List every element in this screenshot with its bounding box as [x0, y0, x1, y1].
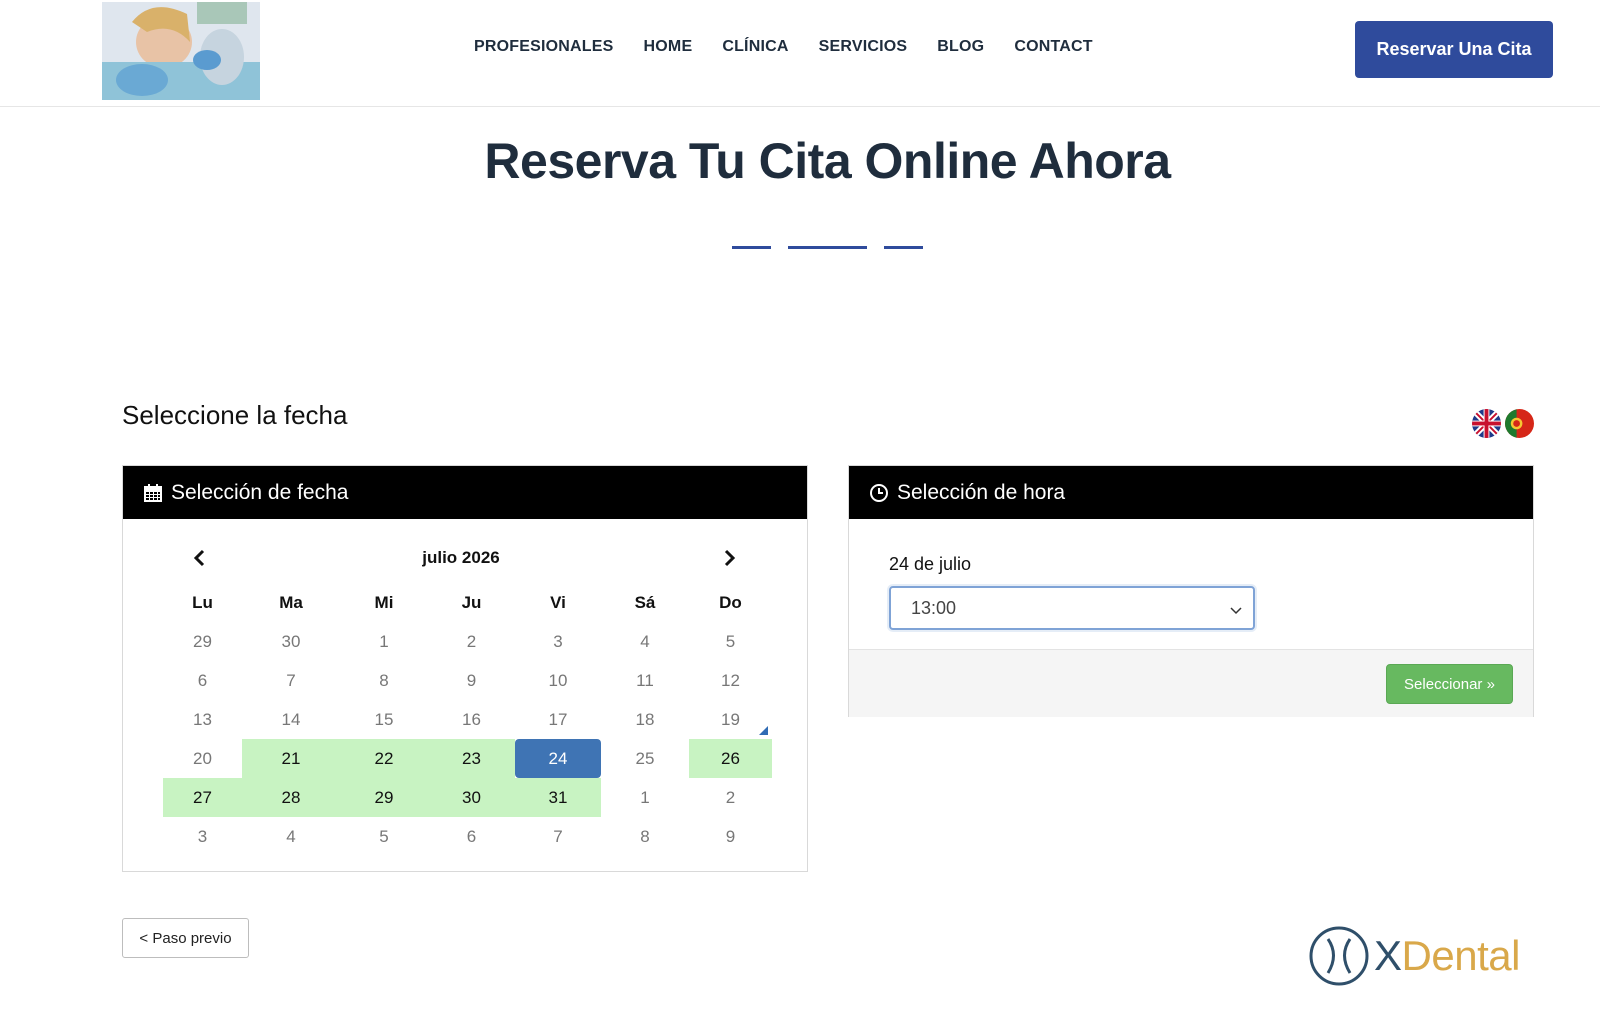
language-selector: [1472, 409, 1534, 438]
calendar-day: 17: [548, 709, 568, 729]
calendar-day-available[interactable]: 30: [428, 778, 515, 817]
time-panel-footer: Seleccionar »: [849, 649, 1533, 717]
calendar-weekday: Ju: [461, 592, 482, 612]
calendar-day-available[interactable]: 22: [340, 739, 428, 778]
calendar-day: 25: [635, 748, 655, 768]
main-nav: PROFESIONALES HOME CLÍNICA SERVICIOS BLO…: [474, 38, 1123, 56]
clinic-logo-image[interactable]: [102, 2, 260, 100]
calendar-weekday-row: Lu Ma Mi Ju Vi Sá Do: [163, 583, 772, 622]
time-selection-panel: Selección de hora 24 de julio 13:00 Sele…: [848, 465, 1534, 717]
calendar-weekday: Ma: [279, 592, 303, 612]
calendar-day: 8: [379, 670, 389, 690]
xdental-wordmark: XDental: [1374, 932, 1520, 980]
calendar-day: 11: [636, 670, 654, 690]
select-time-button[interactable]: Seleccionar »: [1386, 664, 1513, 704]
calendar-weekday: Mi: [374, 592, 394, 612]
calendar-day: 9: [725, 826, 736, 846]
calendar-day: 3: [553, 631, 563, 651]
calendar-day: 15: [374, 709, 394, 729]
calendar-icon: [143, 483, 163, 503]
site-header: PROFESIONALES HOME CLÍNICA SERVICIOS BLO…: [0, 0, 1600, 107]
calendar-day: 2: [466, 631, 477, 651]
calendar-day-available[interactable]: 28: [242, 778, 340, 817]
date-panel-title: Selección de fecha: [171, 480, 349, 504]
chevron-down-icon: [1229, 601, 1243, 615]
nav-servicios[interactable]: SERVICIOS: [819, 38, 908, 56]
calendar-grid: Lu Ma Mi Ju Vi Sá Do 29 30 1 2 3 4 5 6 7 8 9 10 11 12 13 14 15 1…: [163, 583, 772, 856]
nav-profesionales[interactable]: PROFESIONALES: [474, 38, 614, 56]
calendar-day: 3: [197, 826, 208, 846]
calendar-month-label: julio 2026: [422, 548, 500, 567]
xdental-brand: XDental: [1308, 925, 1520, 987]
calendar-week-row: 27 28 29 30 31 1 2: [163, 778, 772, 817]
calendar-day-available[interactable]: 27: [163, 778, 242, 817]
calendar-day-selected[interactable]: 24: [515, 739, 601, 778]
title-divider-right: [884, 246, 923, 249]
chevron-right-icon[interactable]: [717, 546, 741, 570]
calendar-week-row: 3 4 5 6 7 8 9: [163, 817, 772, 856]
calendar-day: 6: [197, 670, 208, 690]
calendar-day: 5: [725, 631, 736, 651]
calendar-day: 1: [640, 787, 650, 807]
clock-icon: [869, 483, 889, 503]
calendar-day: 4: [286, 826, 296, 846]
time-select-value: 13:00: [911, 597, 957, 618]
calendar-day: 10: [548, 670, 568, 690]
calendar-weekday: Sá: [634, 592, 656, 612]
time-panel-title: Selección de hora: [897, 480, 1066, 504]
book-appointment-button[interactable]: Reservar Una Cita: [1355, 21, 1553, 78]
calendar-day: 13: [193, 709, 212, 729]
calendar-day-available[interactable]: 31: [515, 778, 601, 817]
calendar-nav: julio 2026: [123, 544, 807, 574]
nav-home[interactable]: HOME: [644, 38, 693, 56]
brand-prefix: X: [1374, 932, 1402, 979]
calendar-day: 9: [466, 670, 477, 690]
calendar-day: 7: [553, 826, 563, 846]
calendar-week-row: 13 14 15 16 17 18 19: [163, 700, 772, 739]
nav-clinica[interactable]: CLÍNICA: [722, 38, 788, 56]
calendar-day: 19: [689, 700, 772, 739]
calendar-week-row: 20 21 22 23 24 25 26: [163, 739, 772, 778]
calendar-day: 8: [640, 826, 650, 846]
calendar-day: 12: [721, 670, 740, 690]
title-divider-center: [788, 246, 867, 249]
calendar-day: 18: [635, 709, 655, 729]
calendar-day: 29: [193, 631, 212, 651]
time-panel-header: Selección de hora: [849, 466, 1533, 519]
section-label: Seleccione la fecha: [122, 400, 348, 430]
page-title: Reserva Tu Cita Online Ahora: [484, 133, 1171, 189]
calendar-day-available[interactable]: 26: [689, 739, 772, 778]
calendar-day-available[interactable]: 23: [428, 739, 515, 778]
brand-name: Dental: [1401, 932, 1521, 979]
previous-step-button[interactable]: < Paso previo: [122, 918, 249, 958]
calendar-day: 5: [379, 826, 389, 846]
calendar-day: 1: [379, 631, 389, 651]
calendar-weekday: Lu: [192, 592, 213, 612]
xdental-logo-icon: [1309, 926, 1369, 986]
calendar-weekday: Do: [719, 592, 742, 612]
nav-blog[interactable]: BLOG: [937, 38, 984, 56]
time-panel-body: 24 de julio 13:00: [849, 519, 1533, 649]
time-select[interactable]: 13:00: [889, 586, 1255, 630]
calendar-day: 14: [281, 709, 301, 729]
calendar-day: 7: [286, 670, 296, 690]
calendar-week-row: 6 7 8 9 10 11 12: [163, 661, 772, 700]
calendar-day: 20: [193, 748, 212, 768]
title-divider-left: [732, 246, 771, 249]
calendar-weekday: Vi: [550, 592, 566, 612]
nav-contact[interactable]: CONTACT: [1014, 38, 1092, 56]
calendar-day-available[interactable]: 29: [340, 778, 428, 817]
calendar-day: 4: [640, 631, 650, 651]
date-selection-panel: Selección de fecha julio 2026 Lu Ma Mi Ju Vi…: [122, 465, 808, 872]
calendar-week-row: 29 30 1 2 3 4 5: [163, 622, 772, 661]
calendar-day: 16: [462, 709, 481, 729]
calendar-day: 2: [725, 787, 736, 807]
selected-date-label: 24 de julio: [889, 554, 972, 574]
portugal-flag-icon[interactable]: [1505, 409, 1534, 438]
date-panel-header: Selección de fecha: [123, 466, 807, 519]
uk-flag-icon[interactable]: [1472, 409, 1501, 438]
calendar-day: 6: [466, 826, 477, 846]
calendar-day: 30: [281, 631, 301, 651]
calendar-day-available[interactable]: 21: [242, 739, 340, 778]
